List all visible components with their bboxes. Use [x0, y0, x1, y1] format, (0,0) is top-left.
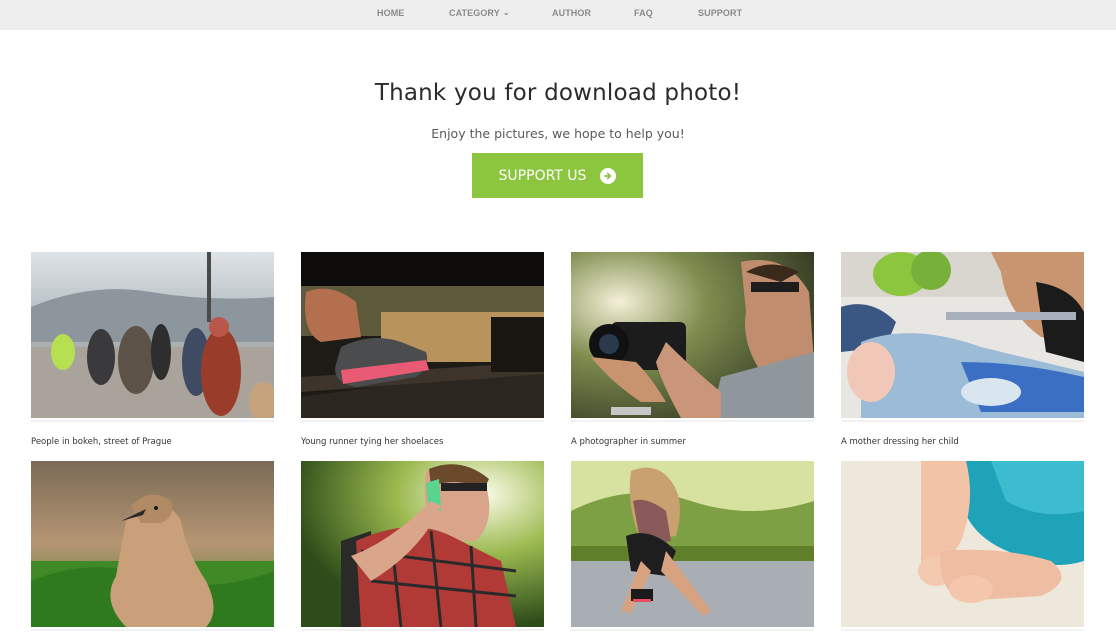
photo-card[interactable]: [571, 461, 814, 631]
photo-caption[interactable]: Young runner tying her shoelaces: [301, 437, 443, 447]
photo-baby-feet[interactable]: [841, 461, 1084, 627]
top-navigation: HOME CATEGORY ⌄ AUTHOR FAQ SUPPORT: [0, 0, 1116, 30]
divider: [31, 420, 274, 422]
arrow-right-circle-icon: [600, 167, 617, 184]
page-subtitle: Enjoy the pictures, we hope to help you!: [431, 126, 685, 141]
divider: [301, 629, 544, 631]
photo-card[interactable]: [301, 461, 544, 631]
photo-photographer-summer[interactable]: [571, 252, 814, 418]
divider: [31, 629, 274, 631]
nav-category-label: CATEGORY: [449, 8, 500, 18]
divider: [571, 629, 814, 631]
photo-card[interactable]: [31, 461, 274, 631]
support-us-label: SUPPORT US: [498, 167, 587, 184]
photo-man-on-phone[interactable]: [301, 461, 544, 627]
nav-faq[interactable]: FAQ: [634, 8, 653, 18]
photo-mother-child[interactable]: [841, 252, 1084, 418]
chevron-down-icon: ⌄: [502, 8, 510, 17]
photo-card[interactable]: Young runner tying her shoelaces: [301, 252, 544, 447]
photo-people-bokeh[interactable]: [31, 252, 274, 418]
divider: [571, 420, 814, 422]
photo-caption[interactable]: A photographer in summer: [571, 437, 686, 447]
photo-caption[interactable]: People in bokeh, street of Prague: [31, 437, 172, 447]
nav-support[interactable]: SUPPORT: [698, 8, 742, 18]
page-title: Thank you for download photo!: [374, 80, 742, 106]
divider: [841, 629, 1084, 631]
photo-heron[interactable]: [31, 461, 274, 627]
photo-card[interactable]: A mother dressing her child: [841, 252, 1084, 447]
photo-card[interactable]: [841, 461, 1084, 631]
support-us-button[interactable]: SUPPORT US: [472, 153, 643, 198]
nav-home[interactable]: HOME: [377, 8, 404, 18]
photo-runner-starting-pose[interactable]: [571, 461, 814, 627]
nav-category[interactable]: CATEGORY ⌄: [449, 8, 510, 18]
photo-caption[interactable]: A mother dressing her child: [841, 437, 959, 447]
photo-runner-shoelaces[interactable]: [301, 252, 544, 418]
nav-author[interactable]: AUTHOR: [552, 8, 591, 18]
photo-card[interactable]: A photographer in summer: [571, 252, 814, 447]
divider: [841, 420, 1084, 422]
divider: [301, 420, 544, 422]
photo-card[interactable]: People in bokeh, street of Prague: [31, 252, 274, 447]
